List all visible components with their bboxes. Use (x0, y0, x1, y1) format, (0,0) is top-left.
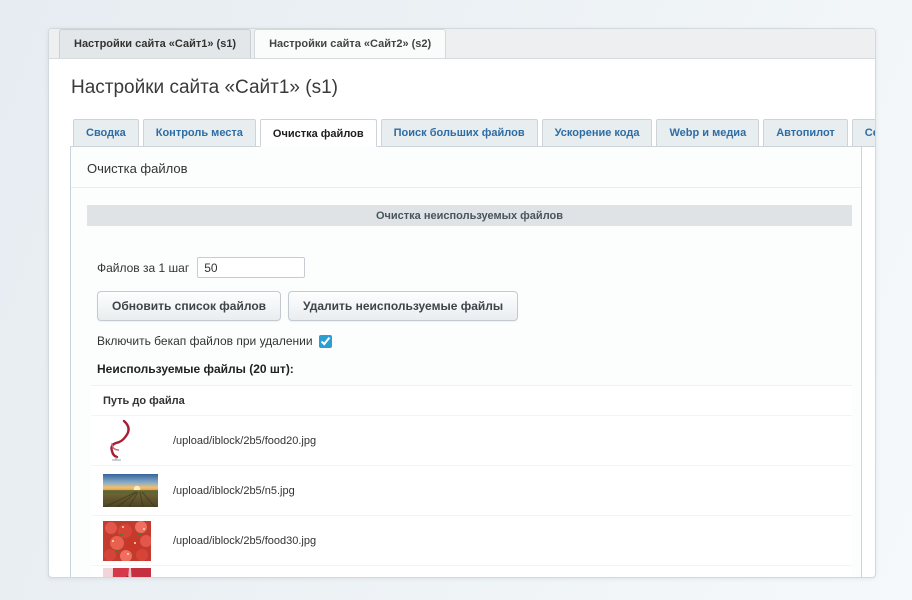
tab-panel: Очистка файлов Очистка неиспользуемых фа… (70, 146, 862, 578)
file-path: /upload/iblock/2b5/food20.jpg (173, 435, 316, 447)
thumbnail-strawberries-image (91, 521, 173, 561)
unused-files-table: Путь до файла /upload/iblock/2b5/food20.… (91, 385, 852, 578)
refresh-file-list-button[interactable]: Обновить список файлов (97, 291, 281, 321)
window-tab-site2[interactable]: Настройки сайта «Сайт2» (s2) (254, 29, 446, 58)
backup-checkbox-label: Включить бекап файлов при удалении (97, 334, 313, 348)
tab-ochistka-faylov[interactable]: Очистка файлов (260, 119, 377, 147)
table-row: /upload/iblock/2b5/n5.jpg (91, 465, 852, 515)
settings-tab-strip: Сводка Контроль места Очистка файлов Пои… (70, 118, 862, 146)
table-row: /upload/iblock/2b5/food03.jpg (91, 565, 852, 578)
settings-window: Настройки сайта «Сайт1» (s1) Настройки с… (48, 28, 876, 578)
file-path: /upload/iblock/2b5/food30.jpg (173, 535, 316, 547)
tab-svodka[interactable]: Сводка (73, 119, 139, 147)
table-row: /upload/iblock/2b5/food20.jpg (91, 415, 852, 465)
files-per-step-input[interactable] (197, 257, 305, 278)
window-tab-site1[interactable]: Настройки сайта «Сайт1» (s1) (59, 29, 251, 58)
column-header-path: Путь до файла (91, 386, 852, 415)
thumbnail-field-sunset-image (91, 474, 173, 507)
tab-webp-i-media[interactable]: Webp и медиа (656, 119, 759, 147)
file-path: /upload/iblock/2b5/n5.jpg (173, 485, 295, 497)
tab-uskorenie-koda[interactable]: Ускорение кода (542, 119, 653, 147)
section-header-bar: Очистка неиспользуемых файлов (87, 205, 852, 226)
files-per-step-label: Файлов за 1 шаг (97, 261, 189, 275)
tab-poisk-bolshih-faylov[interactable]: Поиск больших файлов (381, 119, 538, 147)
delete-unused-files-button[interactable]: Удалить неиспользуемые файлы (288, 291, 518, 321)
unused-files-title: Неиспользуемые файлы (20 шт): (97, 362, 861, 376)
divider (71, 187, 861, 188)
panel-heading: Очистка файлов (71, 147, 861, 187)
table-row: /upload/iblock/2b5/food30.jpg (91, 515, 852, 565)
tab-avtopilot[interactable]: Автопилот (763, 119, 848, 147)
page-header: Настройки сайта «Сайт1» (s1) (49, 59, 875, 112)
tab-server[interactable]: Сервер (852, 119, 876, 147)
thumbnail-watermelon-image (91, 568, 173, 579)
window-tab-strip: Настройки сайта «Сайт1» (s1) Настройки с… (49, 29, 875, 59)
tab-kontrol-mesta[interactable]: Контроль места (143, 119, 256, 147)
thumbnail-wine-glass-image (91, 419, 173, 463)
backup-checkbox[interactable] (319, 335, 332, 348)
page-title: Настройки сайта «Сайт1» (s1) (71, 77, 853, 99)
